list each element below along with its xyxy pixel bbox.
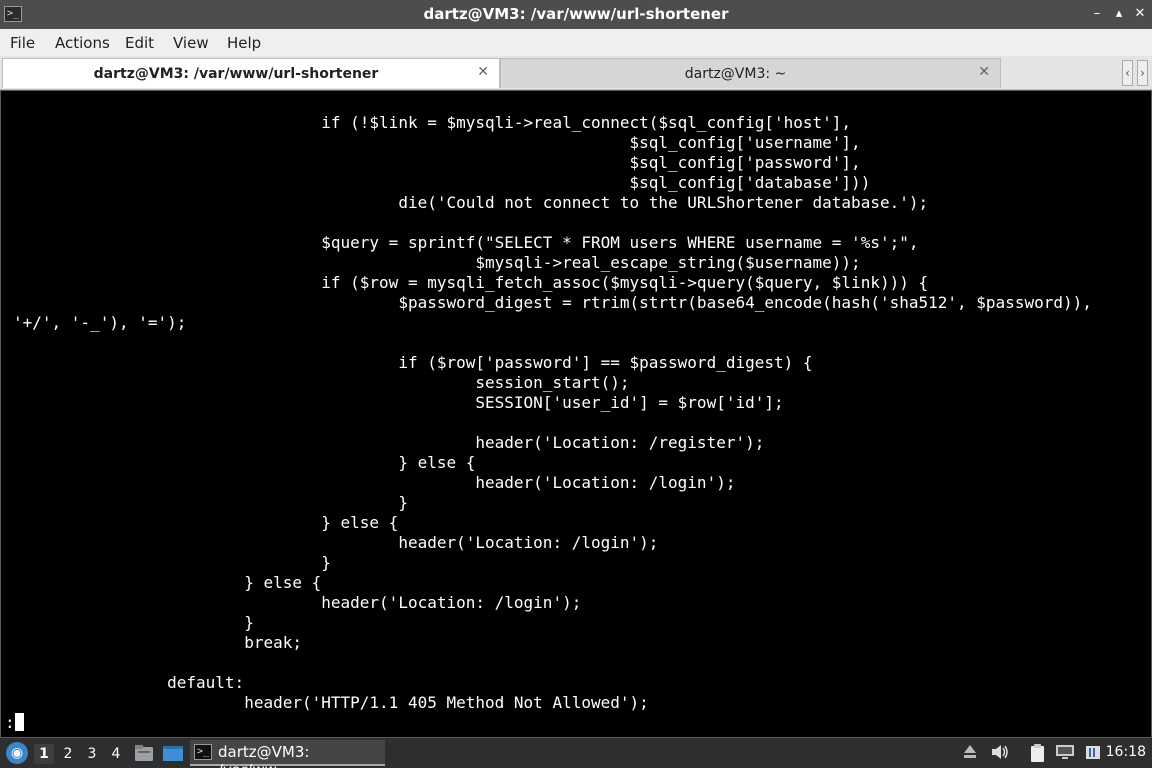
keyboard-layout-icon[interactable] (1083, 743, 1103, 763)
workspace-4[interactable]: 4 (106, 744, 126, 764)
text-cursor (14, 713, 24, 731)
terminal-task-icon: >_ (194, 744, 212, 760)
network-icon[interactable] (1055, 743, 1075, 763)
terminal-output: if (!$link = $mysqli->real_connect($sql_… (13, 113, 1092, 713)
minimize-button[interactable]: – (1088, 4, 1106, 24)
taskbar: ◉ 1 2 3 4 >_ dartz@VM3: /var/ww... 16:18 (0, 738, 1152, 768)
maximize-button[interactable]: ▴ (1110, 4, 1128, 24)
tab-close-icon[interactable]: ✕ (477, 64, 489, 80)
window-title: dartz@VM3: /var/www/url-shortener (423, 5, 729, 23)
menu-edit[interactable]: Edit (125, 34, 154, 52)
pager-prompt: : (5, 713, 15, 732)
volume-icon[interactable] (990, 743, 1010, 763)
terminal-line: if ($row['password'] == $password_digest… (13, 353, 813, 372)
clipboard-icon[interactable] (1028, 743, 1048, 763)
terminal-line: SESSION['user_id'] = $row['id']; (13, 393, 784, 412)
close-window-button[interactable]: ✕ (1131, 4, 1149, 24)
terminal-line: '+/', '-_'), '='); (13, 313, 187, 332)
terminal-view[interactable]: if (!$link = $mysqli->real_connect($sql_… (0, 90, 1152, 738)
terminal-line: header('Location: /login'); (13, 473, 736, 492)
terminal-line: $query = sprintf("SELECT * FROM users WH… (13, 233, 919, 252)
terminal-line: break; (13, 633, 302, 652)
tab-bar: dartz@VM3: /var/www/url-shortener ✕ dart… (0, 56, 1152, 90)
terminal-line: default: (13, 673, 245, 692)
terminal-line: session_start(); (13, 373, 630, 392)
task-label: dartz@VM3: /var/ww... (218, 743, 310, 768)
terminal-line: } (13, 553, 331, 572)
terminal-line: header('Location: /login'); (13, 593, 582, 612)
terminal-line: $sql_config['password'], (13, 153, 861, 172)
tab-close-icon[interactable]: ✕ (978, 64, 990, 80)
terminal-line: $sql_config['database'])) (13, 173, 871, 192)
terminal-line: $sql_config['username'], (13, 133, 861, 152)
menu-file[interactable]: File (10, 34, 35, 52)
terminal-line: } else { (13, 453, 476, 472)
terminal-line: $mysqli->real_escape_string($username)); (13, 253, 861, 272)
tab-label: dartz@VM3: /var/www/url-shortener (93, 66, 379, 82)
taskbar-task-terminal[interactable]: >_ dartz@VM3: /var/ww... (190, 740, 385, 768)
menu-help[interactable]: Help (227, 34, 261, 52)
terminal-line: } (13, 613, 254, 632)
terminal-line: header('Location: /login'); (13, 533, 659, 552)
terminal-line: } else { (13, 513, 399, 532)
show-desktop-icon[interactable] (162, 743, 183, 763)
menu-actions[interactable]: Actions (55, 34, 110, 52)
workspace-1[interactable]: 1 (34, 744, 54, 764)
terminal-line: if (!$link = $mysqli->real_connect($sql_… (13, 113, 852, 132)
terminal-line: if ($row = mysqli_fetch_assoc($mysqli->q… (13, 273, 929, 292)
clock: 16:18 (1105, 744, 1146, 760)
terminal-line: } (13, 493, 408, 512)
window-titlebar: >_ dartz@VM3: /var/www/url-shortener – ▴… (0, 0, 1152, 29)
terminal-line: header('HTTP/1.1 405 Method Not Allowed'… (13, 693, 649, 712)
tab-scroll-left-icon[interactable]: ‹ (1122, 60, 1133, 86)
start-menu-icon[interactable]: ◉ (6, 742, 28, 764)
tab-url-shortener[interactable]: dartz@VM3: /var/www/url-shortener ✕ (2, 58, 500, 88)
tab-label: dartz@VM3: ~ (684, 66, 787, 82)
terminal-line: $password_digest = rtrim(strtr(base64_en… (13, 293, 1092, 312)
tab-scroll-right-icon[interactable]: › (1137, 60, 1148, 86)
menu-bar: File Actions Edit View Help (0, 29, 1152, 56)
terminal-line: die('Could not connect to the URLShorten… (13, 193, 929, 212)
tab-home[interactable]: dartz@VM3: ~ ✕ (500, 58, 1001, 88)
menu-view[interactable]: View (173, 34, 209, 52)
terminal-line: } else { (13, 573, 322, 592)
terminal-line: header('Location: /register'); (13, 433, 765, 452)
terminal-prompt[interactable]: : (5, 713, 24, 733)
workspace-3[interactable]: 3 (82, 744, 102, 764)
eject-icon[interactable] (960, 743, 980, 763)
file-manager-icon[interactable] (134, 743, 154, 763)
workspace-2[interactable]: 2 (58, 744, 78, 764)
